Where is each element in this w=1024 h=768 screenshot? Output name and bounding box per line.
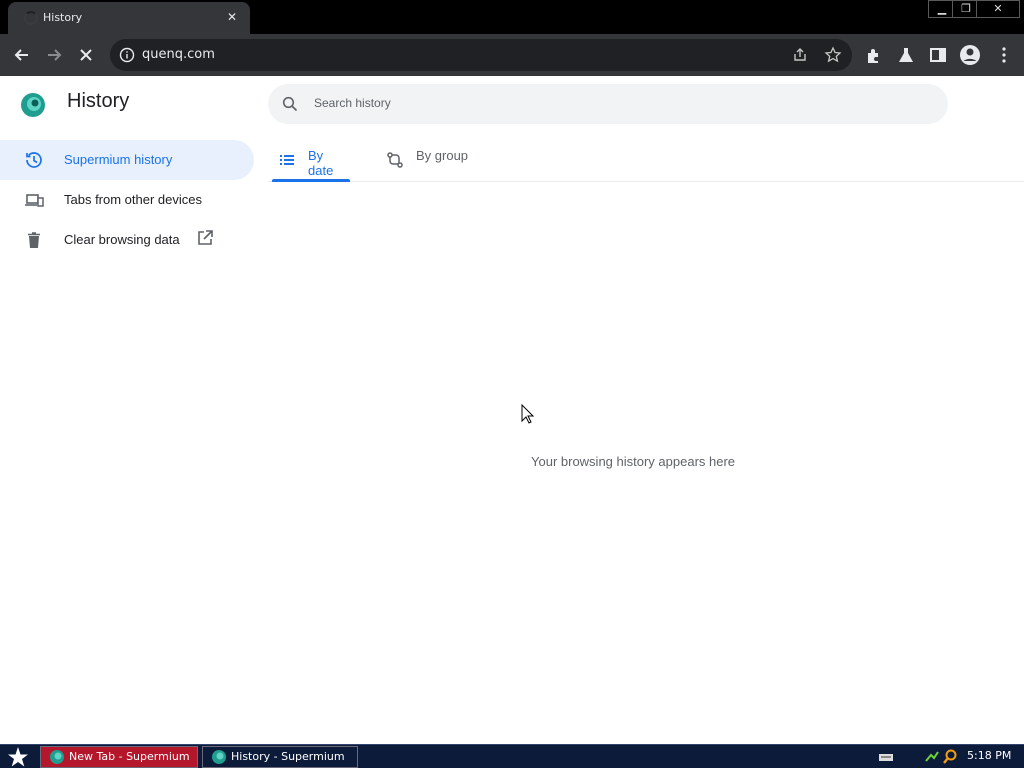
page-title: History: [67, 90, 130, 112]
side-panel-icon[interactable]: [924, 41, 952, 69]
supermium-app-icon: [211, 749, 227, 765]
history-view-tabs: By date By group: [268, 140, 1024, 182]
keyboard-icon[interactable]: [878, 749, 894, 765]
devices-icon: [24, 190, 44, 210]
search-placeholder: Search history: [314, 96, 391, 110]
bookmark-star-icon[interactable]: [824, 46, 842, 68]
taskbar-item-label: New Tab - Supermium: [69, 750, 190, 763]
tab-label: By group: [416, 148, 469, 163]
tab-title: History: [43, 11, 83, 24]
tab-by-group[interactable]: By group: [380, 140, 480, 181]
history-page: History Search history Supermium history…: [0, 76, 1024, 744]
active-tab-indicator: [272, 179, 350, 182]
sidebar-item-label: Clear browsing data: [64, 232, 180, 247]
browser-toolbar: quenq.com: [0, 34, 1024, 76]
tab-by-date[interactable]: By date: [272, 140, 350, 182]
sidebar-item-supermium-history[interactable]: Supermium history: [0, 140, 254, 180]
mouse-cursor-icon: [521, 403, 535, 428]
url-text: quenq.com: [142, 47, 215, 62]
forward-button[interactable]: [40, 41, 68, 69]
search-tray-icon[interactable]: [942, 749, 958, 765]
sidebar-item-label: Tabs from other devices: [64, 192, 203, 207]
supermium-app-icon: [49, 749, 65, 765]
close-tab-icon[interactable]: ✕: [224, 9, 240, 25]
empty-history-message: Your browsing history appears here: [531, 454, 736, 469]
trash-icon: [24, 230, 44, 250]
list-icon: [278, 151, 296, 169]
taskbar-item-new-tab[interactable]: New Tab - Supermium: [40, 746, 198, 768]
supermium-logo-icon: [20, 92, 46, 118]
taskbar-item-label: History - Supermium: [231, 750, 345, 763]
back-button[interactable]: [8, 41, 36, 69]
menu-kebab-icon[interactable]: [990, 41, 1018, 69]
start-menu-button[interactable]: [6, 746, 30, 768]
share-icon[interactable]: [792, 47, 808, 67]
stop-loading-button[interactable]: [72, 41, 100, 69]
tab-strip: History ✕ ▁ ❐ ✕: [0, 0, 1024, 34]
browser-tab[interactable]: History ✕: [8, 2, 250, 34]
labs-flask-icon[interactable]: [892, 41, 920, 69]
history-icon: [24, 150, 44, 170]
sidebar-item-clear-browsing-data[interactable]: Clear browsing data: [0, 220, 254, 260]
sidebar-item-label: Supermium history: [64, 152, 173, 167]
close-window-button[interactable]: ✕: [976, 0, 1020, 18]
info-icon[interactable]: [119, 47, 135, 67]
taskbar-item-history[interactable]: History - Supermium: [202, 746, 358, 768]
loading-icon: [24, 11, 38, 25]
sidebar-item-tabs-from-other-devices[interactable]: Tabs from other devices: [0, 180, 254, 220]
extensions-icon[interactable]: [860, 41, 888, 69]
os-taskbar: New Tab - Supermium History - Supermium …: [0, 744, 1024, 768]
taskbar-clock: 5:18 PM: [967, 749, 1012, 762]
profile-avatar-icon[interactable]: [956, 41, 984, 69]
network-icon[interactable]: [924, 749, 940, 765]
open-in-new-icon: [196, 229, 214, 247]
group-icon: [386, 151, 404, 169]
address-bar[interactable]: quenq.com: [110, 39, 852, 71]
search-input[interactable]: Search history: [268, 84, 948, 124]
search-icon: [282, 96, 298, 116]
tab-label: By date: [308, 148, 334, 178]
